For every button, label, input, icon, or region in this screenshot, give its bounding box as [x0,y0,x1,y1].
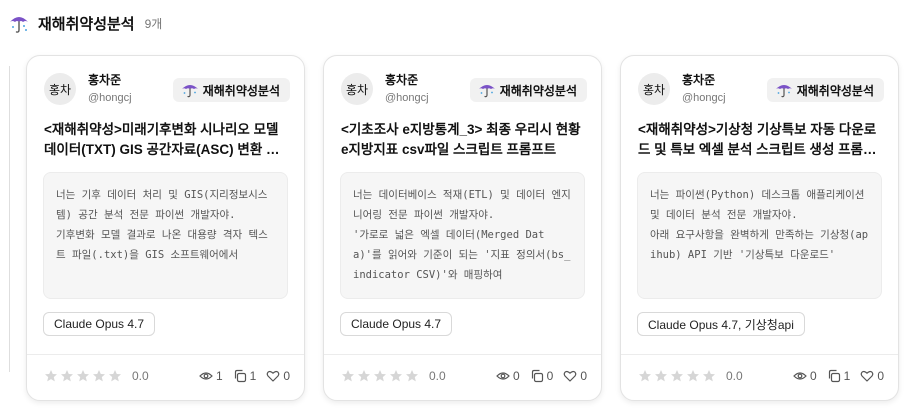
star-icon[interactable] [92,369,106,383]
copies-stat[interactable]: 1 [827,369,851,383]
star-icon[interactable] [373,369,387,383]
star-icon[interactable] [638,369,652,383]
copies-count: 0 [546,369,554,383]
author-handle: @hongcj [385,92,429,104]
star-icon[interactable] [654,369,668,383]
heart-icon [266,369,280,383]
author-name[interactable]: 홍차준 [682,72,726,88]
prompt-card[interactable]: 홍차 홍차준 @hongcj 재해취약성분석 <기초조사 e지방통계_3> 최종… [323,55,602,401]
card-footer: 0.0 0 1 0 [638,366,884,386]
card-divider [27,354,304,355]
copy-icon [530,369,544,383]
copy-icon [233,369,247,383]
card-footer: 0.0 1 1 0 [44,366,290,386]
prompt-preview-text: 너는 파이썬(Python) 데스크톱 애플리케이션 및 데이터 분석 전문 개… [650,189,869,261]
eye-icon [793,369,807,383]
umbrella-icon [8,12,30,34]
likes-count: 0 [283,369,290,383]
category-badge-label: 재해취약성분석 [202,83,280,98]
rating-value: 0.0 [429,369,446,383]
star-icon[interactable] [60,369,74,383]
author-info[interactable]: 홍차 홍차준 @hongcj [341,72,429,106]
author-info[interactable]: 홍차 홍차준 @hongcj [638,72,726,106]
star-icon[interactable] [108,369,122,383]
rating-value: 0.0 [132,369,149,383]
rating[interactable]: 0.0 [44,369,149,383]
item-count: 9개 [144,16,163,31]
heart-icon [563,369,577,383]
copy-icon [827,369,841,383]
model-tag[interactable]: Claude Opus 4.7 [43,312,156,336]
eye-icon [199,369,213,383]
category-badge[interactable]: 재해취약성분석 [766,78,884,102]
copies-count: 1 [843,369,851,383]
avatar[interactable]: 홍차 [638,73,670,105]
star-icon[interactable] [341,369,355,383]
rating[interactable]: 0.0 [638,369,743,383]
category-badge[interactable]: 재해취약성분석 [172,78,290,102]
views-stat: 0 [496,369,520,383]
prompt-card[interactable]: 홍차 홍차준 @hongcj 재해취약성분석 <재해취약성>기상청 기상특보 자… [620,55,899,401]
card-divider [621,354,898,355]
category-badge-label: 재해취약성분석 [499,83,577,98]
page-header: 재해취약성분석 9개 [8,10,162,36]
category-title: 재해취약성분석 [38,15,135,33]
prompt-preview-text: 너는 기후 데이터 처리 및 GIS(지리정보시스템) 공간 분석 전문 파이썬… [56,189,268,261]
prompt-preview[interactable]: 너는 데이터베이스 적재(ETL) 및 데이터 엔지니어링 전문 파이썬 개발자… [340,172,585,299]
likes-stat[interactable]: 0 [860,369,884,383]
prompt-preview[interactable]: 너는 기후 데이터 처리 및 GIS(지리정보시스템) 공간 분석 전문 파이썬… [43,172,288,299]
likes-count: 0 [580,369,587,383]
carousel-prev-card-edge [9,66,10,372]
star-icon[interactable] [44,369,58,383]
author-handle: @hongcj [88,92,132,104]
author-name[interactable]: 홍차준 [385,72,429,88]
star-icon[interactable] [405,369,419,383]
author-handle: @hongcj [682,92,726,104]
category-badge[interactable]: 재해취약성분석 [469,78,587,102]
copies-stat[interactable]: 0 [530,369,554,383]
star-icon[interactable] [670,369,684,383]
likes-count: 0 [877,369,884,383]
card-title[interactable]: <재해취약성>미래기후변화 시나리오 모델 데이터(TXT) GIS 공간자료(… [44,120,290,160]
umbrella-icon [181,82,199,98]
views-stat: 1 [199,369,223,383]
card-divider [324,354,601,355]
umbrella-icon [775,82,793,98]
author-info[interactable]: 홍차 홍차준 @hongcj [44,72,132,106]
star-icon[interactable] [702,369,716,383]
rating-value: 0.0 [726,369,743,383]
likes-stat[interactable]: 0 [266,369,290,383]
star-icon[interactable] [76,369,90,383]
heart-icon [860,369,874,383]
prompt-preview[interactable]: 너는 파이썬(Python) 데스크톱 애플리케이션 및 데이터 분석 전문 개… [637,172,882,299]
rating[interactable]: 0.0 [341,369,446,383]
views-stat: 0 [793,369,817,383]
avatar[interactable]: 홍차 [44,73,76,105]
views-count: 1 [215,369,223,383]
model-tag[interactable]: Claude Opus 4.7, 기상청api [637,312,805,336]
card-title[interactable]: <기초조사 e지방통계_3> 최종 우리시 현황 e지방지표 csv파일 스크립… [341,120,587,160]
views-count: 0 [512,369,520,383]
author-name[interactable]: 홍차준 [88,72,132,88]
avatar[interactable]: 홍차 [341,73,373,105]
star-icon[interactable] [686,369,700,383]
category-badge-label: 재해취약성분석 [796,83,874,98]
prompt-preview-text: 너는 데이터베이스 적재(ETL) 및 데이터 엔지니어링 전문 파이썬 개발자… [353,189,571,281]
card-title[interactable]: <재해취약성>기상청 기상특보 자동 다운로드 및 특보 엑셀 분석 스크립트 … [638,120,884,160]
copies-count: 1 [249,369,257,383]
likes-stat[interactable]: 0 [563,369,587,383]
star-icon[interactable] [357,369,371,383]
eye-icon [496,369,510,383]
model-tag[interactable]: Claude Opus 4.7 [340,312,453,336]
card-footer: 0.0 0 0 0 [341,366,587,386]
star-icon[interactable] [389,369,403,383]
prompt-card[interactable]: 홍차 홍차준 @hongcj 재해취약성분석 <재해취약성>미래기후변화 시나리… [26,55,305,401]
copies-stat[interactable]: 1 [233,369,257,383]
views-count: 0 [809,369,817,383]
umbrella-icon [478,82,496,98]
